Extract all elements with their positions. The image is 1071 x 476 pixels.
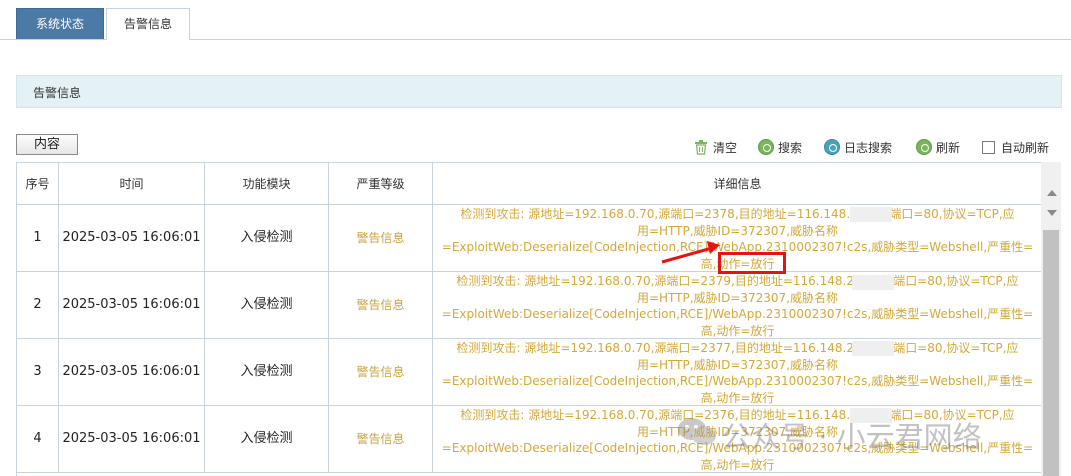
redaction-mask: [852, 341, 894, 356]
detail-line: 高,动作=放行: [700, 390, 775, 405]
scroll-thumb[interactable]: [1043, 230, 1059, 476]
section-title: 告警信息: [33, 86, 82, 100]
annotation-arrow-icon: [661, 241, 720, 264]
refresh-label: 刷新: [936, 140, 961, 155]
cell-time: 2025-03-05 16:06:01: [59, 205, 205, 271]
content-button[interactable]: 内容: [16, 134, 78, 155]
cell-seq: 4: [17, 406, 59, 472]
section-header: 告警信息: [16, 75, 1062, 108]
log-search-button[interactable]: 日志搜索: [824, 138, 892, 156]
redaction-mask: [850, 207, 892, 222]
scroll-down-icon[interactable]: [1047, 210, 1057, 216]
auto-refresh-toggle[interactable]: 自动刷新: [982, 138, 1049, 156]
cell-time: 2025-03-05 16:06:01: [59, 406, 205, 472]
cell-module: 入侵检测: [205, 406, 329, 472]
clear-button[interactable]: 清空: [693, 138, 737, 156]
cell-detail: 检测到攻击: 源地址=192.168.0.70,源端口=2379,目的地址=11…: [433, 272, 1041, 338]
header-module[interactable]: 功能模块: [205, 163, 329, 205]
auto-refresh-checkbox[interactable]: [982, 140, 995, 154]
cell-detail: 检测到攻击: 源地址=192.168.0.70,源端口=2377,目的地址=11…: [433, 339, 1041, 405]
tab-bar: 系统状态 告警信息: [0, 0, 1071, 40]
detail-line: 检测到攻击: 源地址=192.168.0.70,源端口=2378,目的地址=11…: [460, 207, 1015, 221]
annotation-highlight-box: [718, 252, 786, 274]
detail-line: 用=HTTP,威胁ID=372307,威胁名称: [636, 223, 839, 238]
header-seq[interactable]: 序号: [17, 163, 59, 205]
detail-line: 高,动作=放行: [700, 323, 775, 338]
header-detail[interactable]: 详细信息: [433, 163, 1041, 205]
cell-level: 警告信息: [329, 339, 433, 405]
detail-line: =ExploitWeb:Deserialize[CodeInjection,RC…: [441, 307, 1034, 321]
detail-line: 高,动作=放行: [700, 457, 775, 472]
log-search-icon: [824, 139, 840, 155]
trash-icon: [695, 140, 707, 155]
cell-seq: 3: [17, 339, 59, 405]
log-search-label: 日志搜索: [844, 140, 893, 155]
vertical-scrollbar[interactable]: [1041, 162, 1061, 476]
detail-line: 用=HTTP,威胁ID=372307,威胁名称: [636, 357, 839, 372]
cell-level: 警告信息: [329, 205, 433, 271]
cell-time: 2025-03-05 16:06:01: [59, 272, 205, 338]
refresh-icon: [916, 139, 932, 155]
detail-line: 用=HTTP,威胁ID=372307,威胁名称: [636, 290, 839, 305]
header-level[interactable]: 严重等级: [329, 163, 433, 205]
table-header: 序号 时间 功能模块 严重等级 详细信息: [17, 162, 1041, 205]
cell-module: 入侵检测: [205, 339, 329, 405]
tab-system-status[interactable]: 系统状态: [16, 8, 104, 39]
wechat-icon: [678, 418, 716, 445]
cell-seq: 1: [17, 205, 59, 271]
watermark: 公众号 · 小云君网络: [722, 420, 982, 454]
cell-module: 入侵检测: [205, 272, 329, 338]
search-icon: [758, 139, 774, 155]
clear-label: 清空: [713, 140, 738, 155]
search-label: 搜索: [778, 140, 803, 155]
tab-alarm-info[interactable]: 告警信息: [106, 8, 190, 40]
cell-level: 警告信息: [329, 406, 433, 472]
cell-time: 2025-03-05 16:06:01: [59, 339, 205, 405]
cell-seq: 2: [17, 272, 59, 338]
detail-line: 检测到攻击: 源地址=192.168.0.70,源端口=2377,目的地址=11…: [456, 341, 1019, 355]
detail-line: =ExploitWeb:Deserialize[CodeInjection,RC…: [441, 374, 1034, 388]
refresh-button[interactable]: 刷新: [916, 138, 960, 156]
scroll-up-icon[interactable]: [1047, 190, 1057, 196]
auto-refresh-label: 自动刷新: [1001, 140, 1050, 155]
cell-module: 入侵检测: [205, 205, 329, 271]
search-button[interactable]: 搜索: [758, 138, 802, 156]
detail-line: 检测到攻击: 源地址=192.168.0.70,源端口=2379,目的地址=11…: [456, 274, 1019, 288]
header-time[interactable]: 时间: [59, 163, 205, 205]
cell-level: 警告信息: [329, 272, 433, 338]
redaction-mask: [852, 275, 894, 290]
